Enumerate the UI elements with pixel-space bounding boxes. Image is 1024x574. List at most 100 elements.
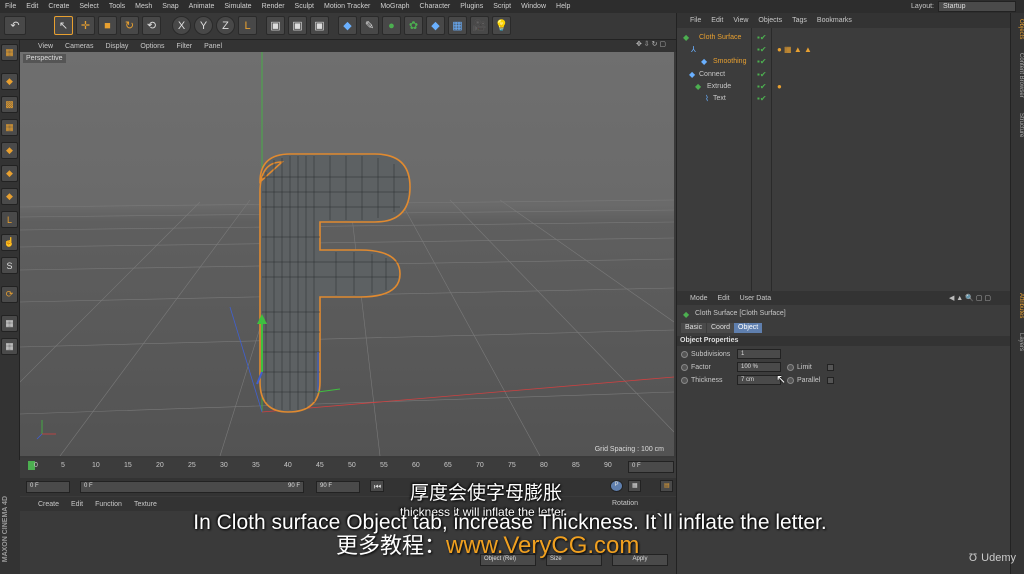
tab-coord[interactable]: Coord [707,323,735,333]
viewport-menu-panel[interactable]: Panel [198,43,228,50]
locked-workplane-icon[interactable]: ⟳ [1,286,18,303]
visibility-check-icon[interactable]: ▪✔ [757,94,767,103]
timeline-window-icon[interactable]: ▤ [660,480,673,492]
material-menu-texture[interactable]: Texture [128,501,163,508]
om-menu-file[interactable]: File [685,17,706,24]
animation-radio-icon[interactable] [681,376,688,384]
menu-simulate[interactable]: Simulate [219,3,256,10]
cube-icon[interactable]: ◆ [338,16,357,35]
undo-icon[interactable]: ↶ [4,16,26,35]
menu-create[interactable]: Create [43,3,74,10]
viewport-menu-view[interactable]: View [32,43,59,50]
3d-viewport[interactable]: Perspective Grid Spacing : 100 cm [20,52,674,456]
scale-tool-icon[interactable]: ■ [98,16,117,35]
menu-tools[interactable]: Tools [104,3,130,10]
material-menu-function[interactable]: Function [89,501,128,508]
object-tags-icons[interactable]: ● ▦ ▲ ▲ [777,45,812,54]
om-menu-tags[interactable]: Tags [787,17,812,24]
keyframe-settings-icon[interactable]: ▦ [628,480,641,492]
viewport-menu-filter[interactable]: Filter [171,43,199,50]
subdivisions-field[interactable]: 1 [737,349,781,359]
menu-window[interactable]: Window [516,3,551,10]
menu-help[interactable]: Help [551,3,575,10]
om-menu-edit[interactable]: Edit [706,17,728,24]
am-menu-user-data[interactable]: User Data [735,295,777,302]
axis-mode-icon[interactable]: L [1,211,18,228]
tab-basic[interactable]: Basic [681,323,707,333]
viewport-menu-cameras[interactable]: Cameras [59,43,99,50]
spline-pen-icon[interactable]: ✎ [360,16,379,35]
polygons-mode-icon[interactable]: ◆ [1,188,18,205]
side-tab-content-browser[interactable]: Content Browser [1012,53,1024,98]
workplane-mode-icon[interactable]: ▦ [1,119,18,136]
om-menu-objects[interactable]: Objects [753,17,787,24]
object-name[interactable]: Smoothing [713,58,746,65]
deformer-icon[interactable]: ◆ [426,16,445,35]
z-axis-icon[interactable]: Z [216,16,235,35]
go-to-start-icon[interactable]: ⏮ [370,480,384,492]
limit-checkbox[interactable] [827,363,834,371]
grid-icon[interactable]: ▦ [1,338,18,355]
menu-edit[interactable]: Edit [21,3,43,10]
camera-icon[interactable]: 🎥 [470,16,489,35]
coordinate-system-icon[interactable]: L [238,16,257,35]
select-tool-icon[interactable]: ↖ [54,16,73,35]
material-menu-edit[interactable]: Edit [65,501,89,508]
texture-mode-icon[interactable]: ▩ [1,96,18,113]
visibility-check-icon[interactable]: ▪✔ [757,33,767,42]
end-frame-field[interactable]: 90 F [316,481,360,493]
planar-workplane-icon[interactable]: ▦ [1,315,18,332]
menu-animate[interactable]: Animate [184,3,220,10]
tweak-mode-icon[interactable]: ☝ [1,234,18,251]
visibility-check-icon[interactable]: ▪✔ [757,57,767,66]
object-row-extrude[interactable]: ◆ Extrude ▪✔ ● [677,80,1011,92]
viewport-camera-label[interactable]: Perspective [23,54,66,63]
layout-select[interactable]: Startup [938,1,1016,12]
object-name[interactable]: Text [713,95,726,102]
x-axis-icon[interactable]: X [172,16,191,35]
menu-render[interactable]: Render [257,3,290,10]
snapping-icon[interactable]: S [1,257,18,274]
animation-radio-icon[interactable] [787,376,794,384]
floor-icon[interactable]: ▦ [448,16,467,35]
timeline-ruler[interactable]: 0 5 10 15 20 25 30 35 40 45 50 55 60 65 … [20,458,676,478]
visibility-check-icon[interactable]: ▪✔ [757,70,767,79]
render-settings-icon[interactable]: ▣ [310,16,329,35]
light-icon[interactable]: 💡 [492,16,511,35]
menu-sculpt[interactable]: Sculpt [290,3,319,10]
menu-plugins[interactable]: Plugins [455,3,488,10]
menu-mesh[interactable]: Mesh [130,3,157,10]
visibility-check-icon[interactable]: ▪✔ [757,82,767,91]
object-row-unnamed[interactable]: ⅄ ▪✔ ● ▦ ▲ ▲ [677,43,1011,55]
points-mode-icon[interactable]: ◆ [1,142,18,159]
move-tool-icon[interactable]: ✛ [76,16,95,35]
render-picture-viewer-icon[interactable]: ▣ [288,16,307,35]
rotate-tool-icon[interactable]: ↻ [120,16,139,35]
start-frame-field[interactable]: 0 F [26,481,70,493]
menu-script[interactable]: Script [488,3,516,10]
visibility-check-icon[interactable]: ▪✔ [757,45,767,54]
menu-mograph[interactable]: MoGraph [375,3,414,10]
model-mode-icon[interactable]: ◆ [1,73,18,90]
om-menu-view[interactable]: View [728,17,753,24]
animation-radio-icon[interactable] [787,363,794,371]
viewport-menu-display[interactable]: Display [99,43,134,50]
viewport-nav-icons[interactable]: ✥ ⇩ ↻ ▢ [636,40,666,48]
thickness-field[interactable]: 7 cm [737,375,781,385]
material-menu-create[interactable]: Create [32,501,65,508]
object-row-text[interactable]: ⌇ Text ▪✔ [677,92,1011,104]
autokey-icon[interactable]: P [610,480,623,492]
object-row-connect[interactable]: ◆ Connect ▪✔ [677,68,1011,80]
preview-range-slider[interactable]: 0 F 90 F [80,481,304,493]
side-tab-objects[interactable]: Objects [1012,19,1024,39]
subdivision-surface-icon[interactable]: ● [382,16,401,35]
animation-radio-icon[interactable] [681,350,688,358]
object-name[interactable]: Connect [699,71,725,78]
parallel-checkbox[interactable] [827,376,834,384]
render-view-icon[interactable]: ▣ [266,16,285,35]
factor-field[interactable]: 100 % [737,362,781,372]
am-menu-edit[interactable]: Edit [713,295,735,302]
menu-motion-tracker[interactable]: Motion Tracker [319,3,375,10]
menu-character[interactable]: Character [415,3,456,10]
om-menu-bookmarks[interactable]: Bookmarks [812,17,857,24]
